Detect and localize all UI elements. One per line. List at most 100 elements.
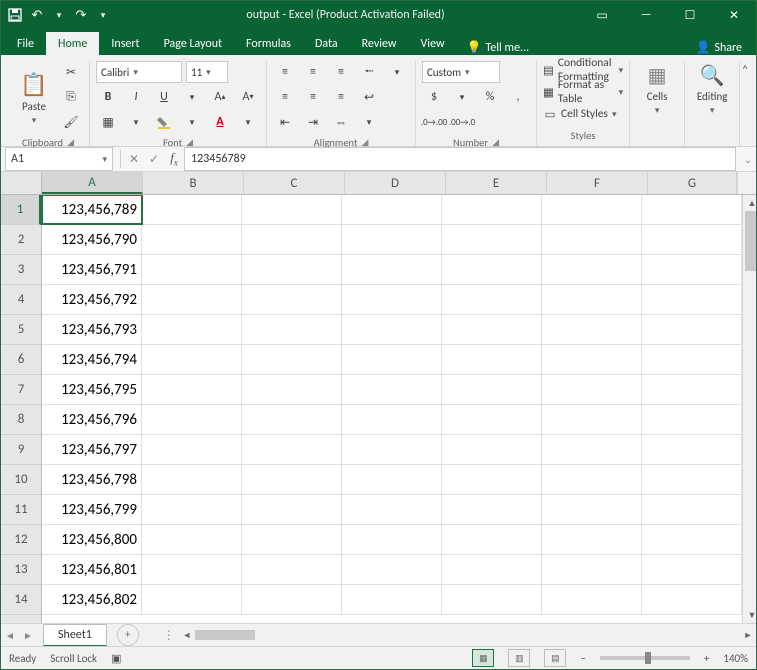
italic-button[interactable]: I: [124, 86, 148, 108]
row-header[interactable]: 11: [1, 495, 41, 525]
scroll-up-icon[interactable]: ▲: [743, 195, 756, 211]
col-header-F[interactable]: F: [547, 172, 648, 194]
paste-button[interactable]: 📋 Paste ▾: [13, 69, 55, 126]
name-box[interactable]: A1 ▾: [5, 147, 113, 171]
cell[interactable]: 123,456,797: [42, 435, 142, 464]
row-header[interactable]: 3: [1, 255, 41, 285]
cell[interactable]: [642, 435, 742, 464]
close-button[interactable]: ✕: [712, 1, 756, 29]
cell[interactable]: [242, 405, 342, 434]
cell[interactable]: [442, 405, 542, 434]
row-header[interactable]: 12: [1, 525, 41, 555]
format-as-table-button[interactable]: ▦ Format as Table ▾: [543, 83, 623, 101]
tab-data[interactable]: Data: [303, 32, 350, 55]
cell[interactable]: [342, 285, 442, 314]
decrease-indent-icon[interactable]: ⇤: [273, 111, 297, 133]
cell[interactable]: [242, 255, 342, 284]
col-header-A[interactable]: A: [42, 172, 143, 194]
cells-button[interactable]: ▦ Cells ▾: [636, 61, 678, 116]
row-header[interactable]: 8: [1, 405, 41, 435]
hscroll-thumb[interactable]: [195, 630, 255, 640]
scroll-left-icon[interactable]: ◄: [179, 630, 195, 641]
cell[interactable]: [142, 195, 242, 224]
cell[interactable]: [242, 225, 342, 254]
align-top-icon[interactable]: ≡: [273, 61, 297, 83]
ribbon-options-icon[interactable]: ▭: [580, 1, 624, 29]
cell[interactable]: [142, 465, 242, 494]
number-format-combo[interactable]: Custom▾: [422, 61, 500, 83]
row-header[interactable]: 14: [1, 585, 41, 615]
cell[interactable]: [642, 315, 742, 344]
cell[interactable]: [642, 285, 742, 314]
cell[interactable]: [342, 315, 442, 344]
macro-record-icon[interactable]: ▣: [111, 652, 121, 665]
cell[interactable]: [442, 195, 542, 224]
scroll-down-icon[interactable]: ▼: [743, 607, 756, 623]
borders-dropdown-icon[interactable]: ▾: [124, 111, 148, 133]
copy-icon[interactable]: ⎘: [59, 86, 83, 108]
cell[interactable]: [542, 585, 642, 614]
normal-view-icon[interactable]: ▦: [472, 649, 494, 667]
col-header-G[interactable]: G: [648, 172, 737, 194]
increase-decimal-icon[interactable]: .0→.00: [422, 111, 446, 133]
cell[interactable]: [642, 525, 742, 554]
orientation-icon[interactable]: ⭪: [357, 61, 381, 83]
decrease-decimal-icon[interactable]: .00→.0: [450, 111, 474, 133]
cell[interactable]: [142, 345, 242, 374]
select-all-corner[interactable]: [1, 172, 42, 194]
align-middle-icon[interactable]: ≡: [301, 61, 325, 83]
tell-me[interactable]: 💡 Tell me...: [457, 40, 540, 55]
zoom-slider[interactable]: [600, 656, 690, 660]
cell[interactable]: [442, 435, 542, 464]
orientation-dropdown-icon[interactable]: ▾: [385, 61, 409, 83]
accounting-dropdown-icon[interactable]: ▾: [450, 86, 474, 108]
align-right-icon[interactable]: ≡: [329, 86, 353, 108]
cell[interactable]: [142, 525, 242, 554]
cell[interactable]: [342, 435, 442, 464]
cell[interactable]: [642, 465, 742, 494]
cell[interactable]: [542, 495, 642, 524]
save-icon[interactable]: [7, 7, 23, 23]
zoom-in-button[interactable]: +: [704, 652, 709, 665]
redo-icon[interactable]: ↷: [73, 7, 89, 23]
maximize-button[interactable]: ☐: [668, 1, 712, 29]
cell[interactable]: [242, 345, 342, 374]
col-header-B[interactable]: B: [143, 172, 244, 194]
cell[interactable]: [542, 525, 642, 554]
grow-font-button[interactable]: A▴: [208, 86, 232, 108]
cell[interactable]: [442, 525, 542, 554]
cell[interactable]: 123,456,801: [42, 555, 142, 584]
tab-nav-prev-icon[interactable]: ◄: [1, 629, 19, 642]
cell[interactable]: [142, 315, 242, 344]
format-painter-icon[interactable]: 🖌: [59, 111, 83, 133]
cell[interactable]: [142, 585, 242, 614]
cell[interactable]: [542, 435, 642, 464]
cell[interactable]: [542, 225, 642, 254]
percent-format-icon[interactable]: %: [478, 86, 502, 108]
enter-formula-icon[interactable]: ✓: [144, 149, 164, 169]
cell[interactable]: [342, 555, 442, 584]
cell[interactable]: 123,456,796: [42, 405, 142, 434]
cell[interactable]: [642, 345, 742, 374]
cell[interactable]: [242, 435, 342, 464]
font-size-combo[interactable]: 11▾: [186, 61, 228, 83]
align-bottom-icon[interactable]: ≡: [329, 61, 353, 83]
col-header-C[interactable]: C: [244, 172, 345, 194]
cell[interactable]: [642, 495, 742, 524]
cell[interactable]: 123,456,792: [42, 285, 142, 314]
cell[interactable]: [542, 315, 642, 344]
font-color-button[interactable]: A: [208, 111, 232, 133]
conditional-formatting-button[interactable]: ▤ Conditional Formatting ▾: [543, 61, 623, 79]
comma-format-icon[interactable]: ,: [506, 86, 530, 108]
zoom-slider-handle[interactable]: [645, 652, 651, 664]
chevron-down-icon[interactable]: ▾: [102, 154, 107, 165]
cell[interactable]: [242, 525, 342, 554]
formula-input[interactable]: 123456789: [184, 147, 736, 171]
sheet-tab-sheet1[interactable]: Sheet1: [43, 624, 107, 647]
cell[interactable]: [542, 375, 642, 404]
cell[interactable]: [142, 495, 242, 524]
tab-home[interactable]: Home: [46, 32, 99, 55]
cell[interactable]: [142, 435, 242, 464]
cancel-formula-icon[interactable]: ✕: [124, 149, 144, 169]
tab-review[interactable]: Review: [350, 32, 409, 55]
